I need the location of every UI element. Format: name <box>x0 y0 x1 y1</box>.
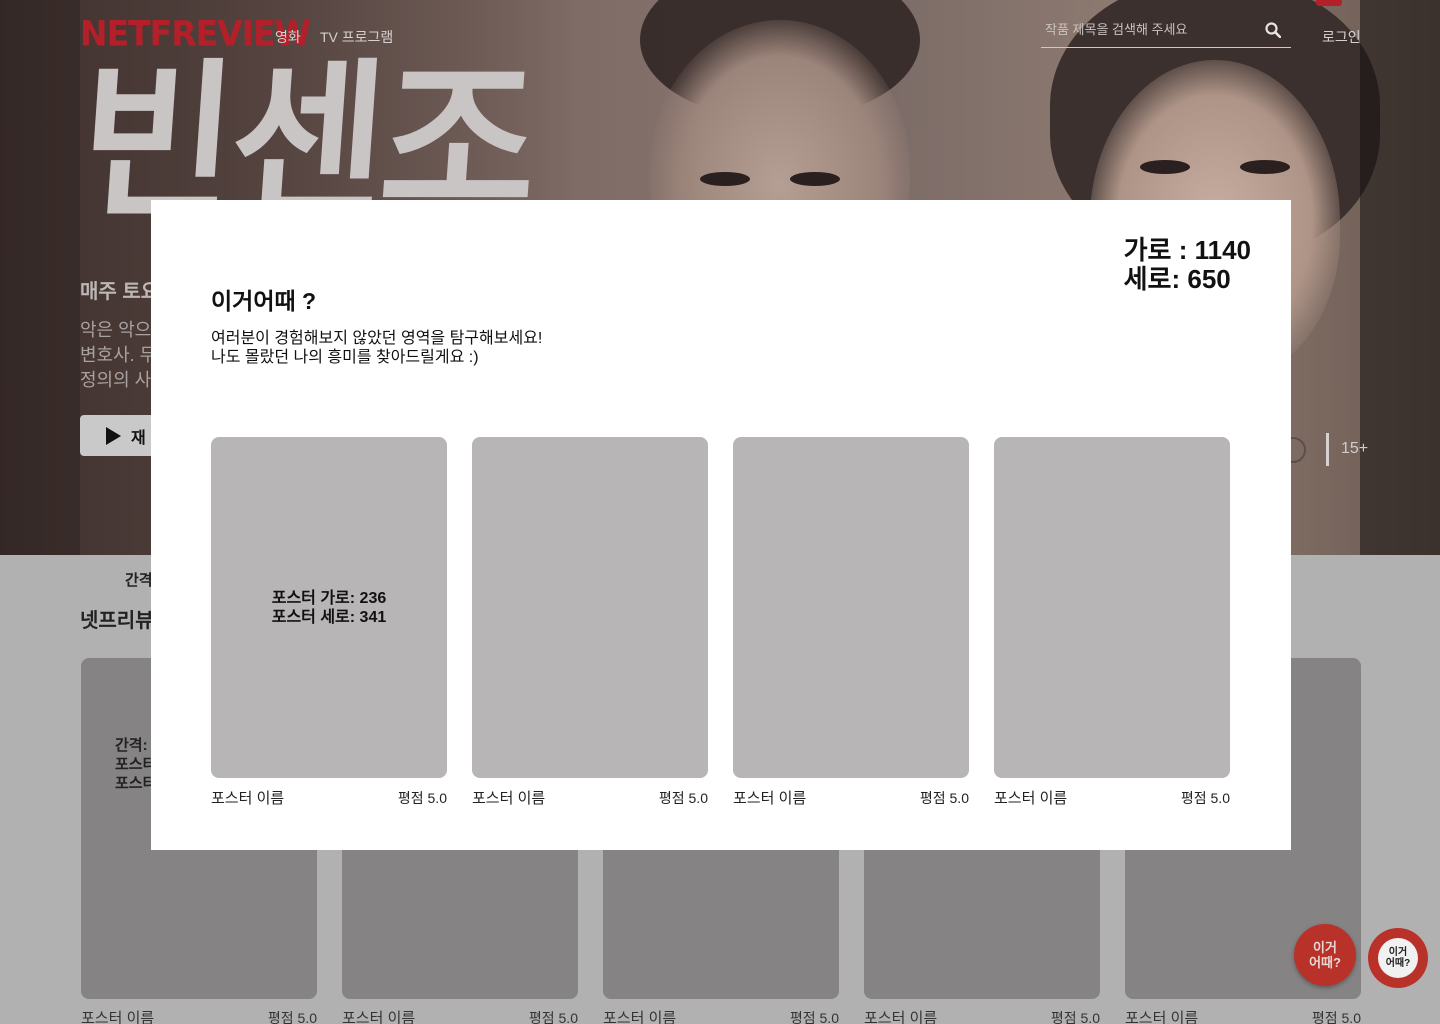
poster-name: 포스터 이름 <box>211 790 285 807</box>
poster-name: 포스터 이름 <box>733 790 807 807</box>
modal-description-line: 나도 몰랐던 나의 흥미를 찾아드릴게요 :) <box>211 349 479 366</box>
poster-size-note: 포스터 가로: 236 포스터 세로: 341 <box>272 589 387 627</box>
poster-rating: 평점 5.0 <box>397 790 447 806</box>
modal-poster-caption: 포스터 이름 평점 5.0 <box>994 787 1230 808</box>
modal-poster-caption: 포스터 이름 평점 5.0 <box>733 787 969 808</box>
modal-poster-caption: 포스터 이름 평점 5.0 <box>211 787 447 808</box>
modal-poster[interactable]: 포스터 가로: 236 포스터 세로: 341 <box>211 437 447 778</box>
modal-poster-caption: 포스터 이름 평점 5.0 <box>472 787 708 808</box>
modal-description: 여러분이 경험해보지 않았던 영역을 탐구해보세요! 나도 몰랐던 나의 흥미를… <box>211 329 542 367</box>
poster-name: 포스터 이름 <box>472 790 546 807</box>
poster-rating: 평점 5.0 <box>919 790 969 806</box>
poster-name: 포스터 이름 <box>994 790 1068 807</box>
modal-size-width: 가로 : 1140 <box>1123 235 1251 265</box>
modal-poster[interactable] <box>472 437 708 778</box>
modal-poster[interactable] <box>994 437 1230 778</box>
poster-rating: 평점 5.0 <box>658 790 708 806</box>
modal-description-line: 여러분이 경험해보지 않았던 영역을 탐구해보세요! <box>211 330 543 347</box>
poster-size-height: 포스터 세로: 341 <box>271 608 387 626</box>
poster-size-width: 포스터 가로: 236 <box>271 589 387 607</box>
modal-size-note: 가로 : 1140 세로: 650 <box>1124 236 1251 294</box>
recommend-modal: 가로 : 1140 세로: 650 이거어때 ? 여러분이 경험해보지 않았던 … <box>151 200 1291 850</box>
modal-poster[interactable] <box>733 437 969 778</box>
poster-rating: 평점 5.0 <box>1180 790 1230 806</box>
modal-title: 이거어때 ? <box>211 288 317 314</box>
modal-size-height: 세로: 650 <box>1123 264 1231 294</box>
